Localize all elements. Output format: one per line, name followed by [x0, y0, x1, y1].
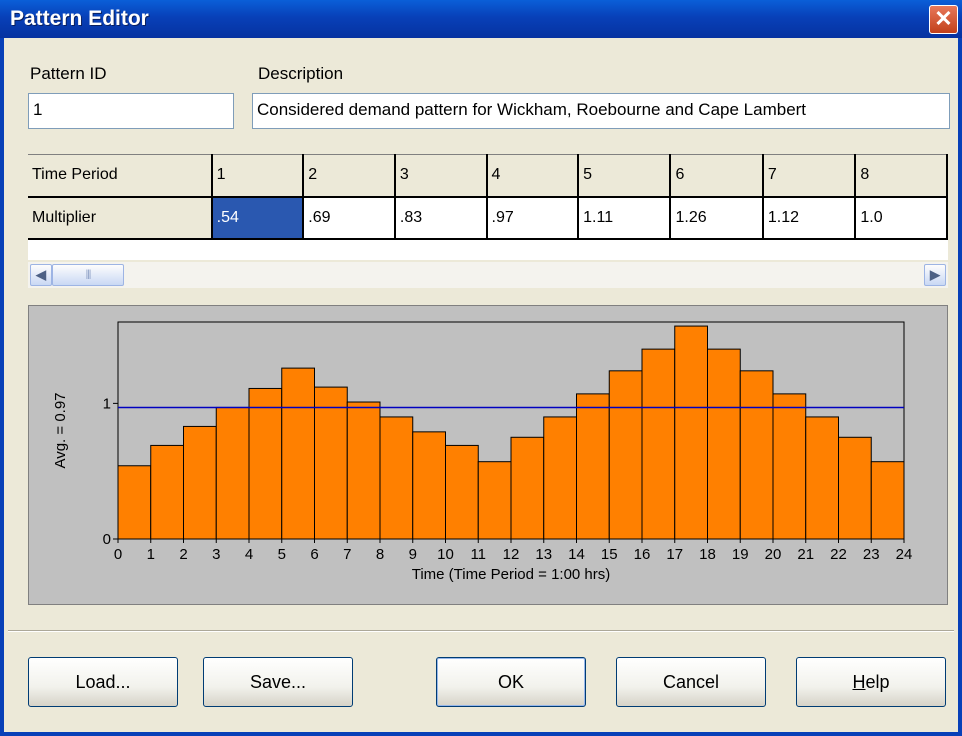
x-tick-label: 3 — [212, 546, 220, 563]
chart-bar — [838, 436, 872, 540]
chart-bar — [248, 387, 283, 540]
x-tick-label: 7 — [343, 546, 351, 563]
y-tick-label: 0 — [103, 531, 111, 548]
x-tick-label: 2 — [179, 546, 187, 563]
chart-bar — [346, 401, 381, 540]
x-tick-label: 14 — [568, 546, 585, 563]
x-tick-label: 12 — [503, 546, 520, 563]
multiplier-row-header: Multiplier — [28, 196, 213, 240]
multiplier-cell[interactable]: 1.12 — [762, 196, 857, 240]
x-tick-label: 22 — [830, 546, 847, 563]
x-tick-label: 11 — [470, 546, 486, 563]
pattern-id-field[interactable]: 1 — [28, 93, 234, 129]
scroll-left-arrow-icon[interactable]: ◀ — [30, 264, 52, 286]
help-button[interactable]: Help — [796, 657, 946, 707]
x-tick-label: 4 — [245, 546, 253, 563]
scroll-right-arrow-icon[interactable]: ▶ — [924, 264, 946, 286]
multiplier-row: Multiplier .54 .69 .83 .97 1.11 1.26 1.1… — [28, 196, 948, 240]
close-icon[interactable]: ✕ — [929, 5, 958, 34]
period-header-cell: 7 — [762, 154, 857, 198]
multiplier-cell[interactable]: 1.26 — [670, 196, 764, 240]
chart-bar — [117, 465, 152, 540]
window-frame-right — [958, 38, 962, 736]
period-header-cell: 1 — [211, 154, 305, 198]
grid-horizontal-scrollbar[interactable]: ◀ ||| ▶ — [28, 262, 948, 288]
x-tick-label: 16 — [634, 546, 651, 563]
multiplier-cell[interactable]: .69 — [303, 196, 396, 240]
x-tick-label: 17 — [666, 546, 683, 563]
multiplier-cell[interactable]: 1.0 — [855, 196, 948, 240]
chart-bar — [674, 325, 708, 540]
description-field[interactable]: Considered demand pattern for Wickham, R… — [252, 93, 950, 129]
help-mnemonic: H — [852, 672, 866, 692]
chart-bar — [641, 348, 676, 540]
time-period-row-header: Time Period — [28, 154, 213, 198]
x-tick-label: 6 — [310, 546, 318, 563]
multiplier-cell-selected[interactable]: .54 — [211, 196, 305, 240]
chart-bar — [576, 393, 610, 540]
chart-bar — [870, 461, 905, 540]
chart-bar — [314, 386, 348, 540]
x-tick-label: 9 — [409, 546, 417, 563]
x-tick-label: 20 — [765, 546, 782, 563]
time-period-row: Time Period 1 2 3 4 5 6 7 8 — [28, 154, 948, 198]
description-label: Description — [258, 64, 344, 83]
x-tick-label: 15 — [601, 546, 618, 563]
period-header-cell: 8 — [855, 154, 948, 198]
ok-button[interactable]: OK — [436, 657, 586, 707]
pattern-chart: 0 1 2 3 4 5 6 7 8 9 10 11 12 13 14 15 16 17 18 19 20 21 22 23 24… — [28, 305, 948, 605]
multiplier-cell[interactable]: .83 — [394, 196, 488, 240]
window-frame-left — [0, 38, 4, 736]
x-tick-label: 13 — [535, 546, 552, 563]
x-tick-label: 0 — [114, 546, 122, 563]
x-tick-label: 5 — [278, 546, 286, 563]
x-tick-label: 10 — [437, 546, 454, 563]
chart-bar — [739, 370, 774, 540]
y-tick-label: 1 — [103, 395, 111, 412]
x-tick-label: 24 — [896, 546, 913, 563]
multiplier-cell[interactable]: .97 — [486, 196, 580, 240]
pattern-id-label: Pattern ID — [30, 64, 107, 83]
button-separator — [8, 630, 954, 632]
x-tick-label: 19 — [732, 546, 749, 563]
cancel-button[interactable]: Cancel — [616, 657, 766, 707]
load-button[interactable]: Load... — [28, 657, 178, 707]
save-button[interactable]: Save... — [203, 657, 353, 707]
period-header-cell: 2 — [303, 154, 396, 198]
pattern-grid[interactable]: Time Period 1 2 3 4 5 6 7 8 Multiplier .… — [28, 154, 948, 260]
chart-bar — [608, 370, 643, 540]
y-axis-label: Avg. = 0.97 — [52, 392, 69, 468]
chart-bar — [183, 425, 217, 540]
window-frame-bottom — [0, 732, 962, 736]
chart-bar — [281, 367, 315, 540]
title-bar[interactable]: Pattern Editor ✕ — [0, 0, 962, 38]
scroll-thumb[interactable]: ||| — [52, 264, 124, 286]
period-header-cell: 6 — [670, 154, 764, 198]
chart-bar — [150, 444, 184, 540]
x-tick-label: 23 — [863, 546, 880, 563]
window-title: Pattern Editor — [10, 7, 149, 30]
pattern-chart-svg: 0 1 2 3 4 5 6 7 8 9 10 11 12 13 14 15 16 17 18 19 20 21 22 23 24… — [52, 321, 913, 583]
x-tick-label: 1 — [147, 546, 155, 563]
period-header-cell: 5 — [578, 154, 672, 198]
x-tick-label: 21 — [797, 546, 814, 563]
period-header-cell: 4 — [486, 154, 580, 198]
chart-bar — [707, 348, 741, 540]
x-axis-label: Time (Time Period = 1:00 hrs) — [412, 566, 611, 583]
chart-bar — [510, 436, 545, 540]
chart-bar — [445, 444, 479, 540]
multiplier-cell[interactable]: 1.11 — [578, 196, 672, 240]
chart-bar — [772, 393, 807, 540]
chart-bar — [215, 406, 250, 540]
chart-bar — [805, 416, 839, 540]
help-label-rest: elp — [865, 672, 890, 692]
chart-bar — [477, 461, 512, 540]
chart-bar — [543, 416, 577, 540]
period-header-cell: 3 — [394, 154, 488, 198]
chart-bar — [379, 416, 414, 540]
chart-bar — [412, 431, 446, 540]
x-tick-label: 18 — [699, 546, 716, 563]
x-tick-label: 8 — [376, 546, 384, 563]
